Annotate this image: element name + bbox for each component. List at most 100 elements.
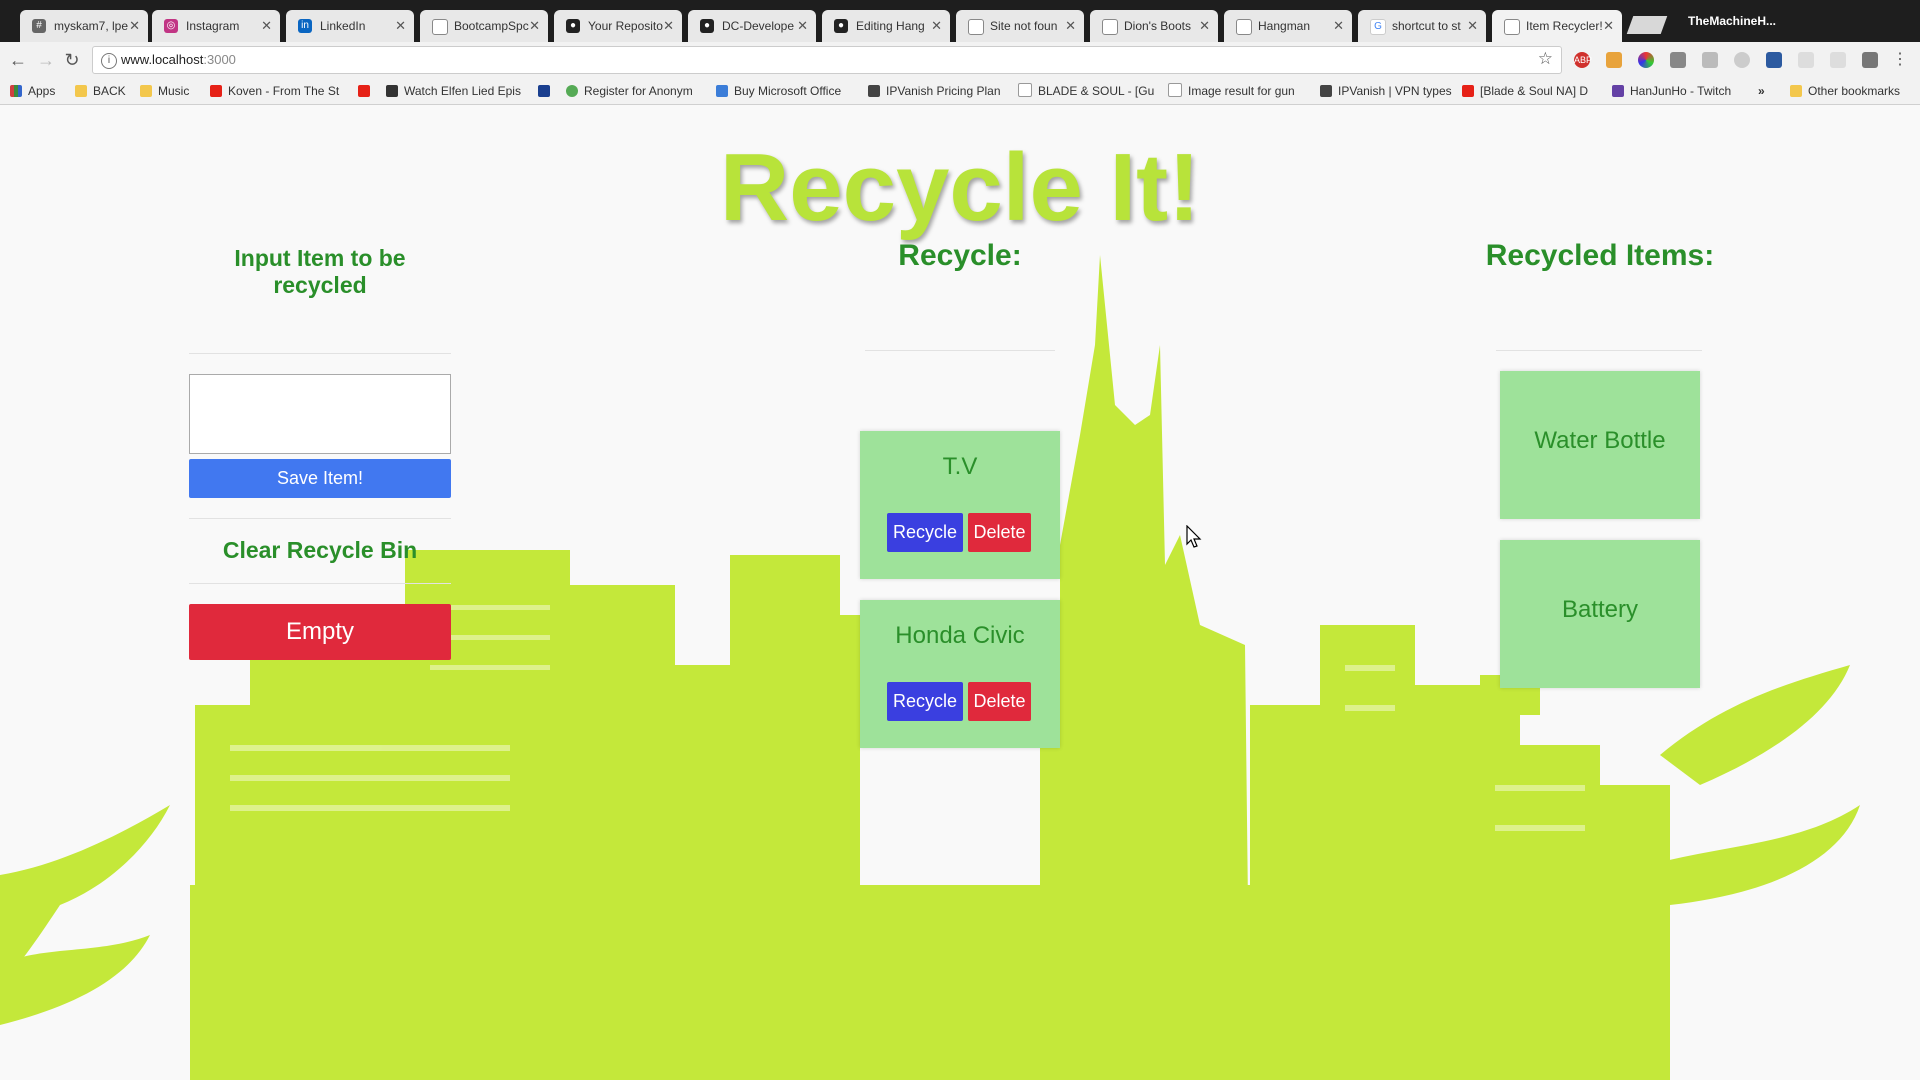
extension-icon[interactable] [1734,52,1750,68]
menu-icon[interactable]: ⋮ [1890,50,1910,70]
anime-site-icon [386,85,398,97]
bookmark-label: Register for Anonym [584,84,693,98]
browser-tab[interactable]: BootcampSpc ✕ [420,10,548,42]
bookmark-link[interactable]: Koven - From The St [210,78,339,104]
page-icon [1018,83,1032,97]
extension-icon[interactable] [1862,52,1878,68]
tab-close-icon[interactable]: ✕ [1603,10,1614,42]
new-tab-button[interactable] [1626,16,1668,34]
color-wheel-extension-icon[interactable] [1638,52,1654,68]
tab-close-icon[interactable]: ✕ [931,10,942,42]
bookmarks-overflow-button[interactable]: » [1758,78,1765,104]
browser-tab[interactable]: # myskam7, lpe ✕ [20,10,148,42]
tab-close-icon[interactable]: ✕ [395,10,406,42]
tab-close-icon[interactable]: ✕ [1065,10,1076,42]
recycle-section-heading: Recycle: [898,239,1022,272]
info-icon[interactable]: i [101,53,117,69]
extension-icon[interactable] [1798,52,1814,68]
eyedropper-extension-icon[interactable] [1670,52,1686,68]
bookmark-link[interactable]: Buy Microsoft Office [716,78,841,104]
delete-button[interactable]: Delete [968,513,1031,552]
browser-tab[interactable]: G shortcut to st ✕ [1358,10,1486,42]
bookmark-link[interactable]: IPVanish | VPN types [1320,78,1452,104]
bookmark-star-icon[interactable]: ☆ [1538,49,1553,69]
recycled-section-heading: Recycled Items: [1485,239,1715,272]
bookmark-folder[interactable]: BACK [75,78,126,104]
tab-close-icon[interactable]: ✕ [797,10,808,42]
tab-favicon-icon [1504,19,1520,35]
profile-name[interactable]: TheMachineH... [1688,14,1776,28]
recycle-item-name: T.V [942,453,978,480]
tab-favicon-icon [1102,19,1118,35]
browser-tab[interactable]: in LinkedIn ✕ [286,10,414,42]
youtube-icon [1462,85,1474,97]
browser-tab[interactable]: Hangman ✕ [1224,10,1352,42]
bookmark-link[interactable]: Image result for gun [1168,78,1295,104]
bookmark-label: Music [158,84,190,98]
bookmark-link[interactable]: BLADE & SOUL - [Gu [1018,78,1154,104]
tab-close-icon[interactable]: ✕ [1467,10,1478,42]
extension-icon[interactable] [1830,52,1846,68]
bookmark-link[interactable]: Register for Anonym [566,78,693,104]
tab-close-icon[interactable]: ✕ [129,10,140,42]
back-icon[interactable]: ← [8,50,28,70]
item-input[interactable] [189,374,451,454]
ipvanish-icon [868,85,880,97]
bookmark-link[interactable]: Watch Elfen Lied Epis [386,78,521,104]
tab-favicon-icon: ● [700,19,714,33]
tab-title: Your Reposito [588,19,663,33]
tab-close-icon[interactable]: ✕ [1199,10,1210,42]
section-divider [1496,350,1702,351]
empty-bin-button[interactable]: Empty [189,604,451,660]
youtube-icon [210,85,222,97]
tab-favicon-icon: G [1370,19,1386,35]
bookmark-label: Other bookmarks [1808,84,1901,98]
bookmark-apps[interactable]: Apps [10,78,55,104]
extension-icon[interactable] [1702,52,1718,68]
browser-tab[interactable]: ● Editing Hang ✕ [822,10,950,42]
browser-tab[interactable]: Site not foun ✕ [956,10,1084,42]
bookmark-link[interactable]: IPVanish Pricing Plan [868,78,1001,104]
browser-tab-active[interactable]: Item Recycler! ✕ [1492,10,1622,42]
bookmark-label: IPVanish Pricing Plan [886,84,1001,98]
bookmark-folder[interactable]: Music [140,78,189,104]
browser-tab[interactable]: Dion's Boots ✕ [1090,10,1218,42]
recycle-button[interactable]: Recycle [887,682,963,721]
bookmark-folder[interactable]: Other bookmarks [1790,78,1900,104]
tab-title: BootcampSpc [454,19,529,33]
folder-icon [1790,85,1802,97]
bookmark-link[interactable] [358,78,376,104]
recycle-button[interactable]: Recycle [887,513,963,552]
tab-title: Editing Hang [856,19,925,33]
tab-title: myskam7, lpe [54,19,129,33]
tab-title: Site not foun [990,19,1058,33]
tab-close-icon[interactable]: ✕ [1333,10,1344,42]
bookmark-link[interactable]: HanJunHo - Twitch [1612,78,1731,104]
delete-button[interactable]: Delete [968,682,1031,721]
bookmark-link[interactable]: [Blade & Soul NA] D [1462,78,1588,104]
tab-close-icon[interactable]: ✕ [529,10,540,42]
tab-close-icon[interactable]: ✕ [261,10,272,42]
tab-close-icon[interactable]: ✕ [663,10,674,42]
forward-icon[interactable]: → [36,50,56,70]
extension-icon[interactable] [1766,52,1782,68]
extension-icon[interactable] [1606,52,1622,68]
recycle-item-name: Honda Civic [895,622,1025,649]
bookmark-label: Apps [28,84,56,98]
reload-icon[interactable]: ↻ [62,50,82,70]
microsoft-icon [716,85,728,97]
save-item-button[interactable]: Save Item! [189,459,451,498]
tab-favicon-icon: ● [566,19,580,33]
youtube-icon [358,85,370,97]
browser-tab-bar: # myskam7, lpe ✕ ◎ Instagram ✕ in Linked… [0,0,1920,42]
apps-grid-icon [10,85,22,97]
tab-title: Hangman [1258,19,1311,33]
browser-tab[interactable]: ● Your Reposito ✕ [554,10,682,42]
browser-tab[interactable]: ● DC-Develope ✕ [688,10,816,42]
bookmark-label: IPVanish | VPN types [1338,84,1452,98]
tab-title: shortcut to st [1392,19,1461,33]
browser-tab[interactable]: ◎ Instagram ✕ [152,10,280,42]
address-input[interactable]: i www.localhost:3000 ☆ [92,46,1562,74]
adblock-extension-icon[interactable]: ABP [1574,52,1592,68]
bookmark-link[interactable] [538,78,556,104]
